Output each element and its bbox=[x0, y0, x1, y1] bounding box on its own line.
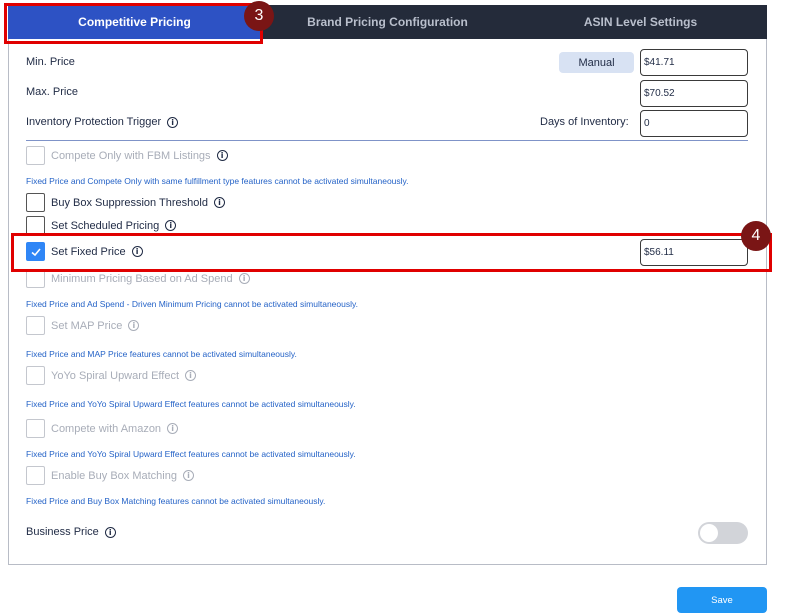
info-icon[interactable]: i bbox=[185, 370, 197, 381]
highlight-box-fixed-price bbox=[11, 233, 772, 272]
note-fbm: Fixed Price and Compete Only with same f… bbox=[26, 176, 409, 186]
info-icon[interactable]: i bbox=[104, 526, 116, 538]
save-button[interactable]: Save bbox=[677, 587, 767, 613]
tab-brand-pricing-configuration[interactable]: Brand Pricing Configuration bbox=[261, 5, 514, 39]
compete-fbm-label: Compete Only with FBM Listings bbox=[51, 149, 211, 162]
option-buy-box-matching: Enable Buy Box Matching i bbox=[26, 466, 194, 485]
option-compete-amazon: Compete with Amazon i bbox=[26, 419, 179, 438]
info-icon[interactable]: i bbox=[128, 320, 140, 331]
note-yoyo: Fixed Price and YoYo Spiral Upward Effec… bbox=[26, 399, 356, 409]
info-icon[interactable]: i bbox=[182, 470, 194, 481]
info-icon[interactable]: i bbox=[238, 273, 250, 284]
note-amazon: Fixed Price and YoYo Spiral Upward Effec… bbox=[26, 449, 356, 459]
max-price-input[interactable] bbox=[640, 80, 748, 107]
info-icon[interactable]: i bbox=[165, 220, 177, 231]
min-price-label: Min. Price bbox=[26, 56, 75, 68]
scheduled-pricing-label: Set Scheduled Pricing bbox=[51, 219, 160, 232]
business-price-label: Business Price bbox=[26, 526, 99, 538]
buy-box-matching-label: Enable Buy Box Matching bbox=[51, 469, 177, 482]
days-of-inventory-input[interactable] bbox=[640, 110, 748, 137]
business-price-toggle[interactable] bbox=[698, 522, 748, 544]
option-buy-box-suppression: Buy Box Suppression Threshold i bbox=[26, 193, 225, 212]
manual-button[interactable]: Manual bbox=[559, 52, 634, 73]
inventory-protection-trigger-label: Inventory Protection Trigger bbox=[26, 116, 162, 128]
max-price-label: Max. Price bbox=[26, 86, 78, 98]
map-price-label: Set MAP Price bbox=[51, 319, 123, 332]
option-compete-fbm: Compete Only with FBM Listings i bbox=[26, 146, 228, 165]
option-yoyo: YoYo Spiral Upward Effect i bbox=[26, 366, 197, 385]
highlight-box-tab bbox=[4, 3, 263, 44]
info-icon[interactable]: i bbox=[167, 423, 179, 434]
min-pricing-ad-spend-label: Minimum Pricing Based on Ad Spend bbox=[51, 272, 233, 285]
compete-amazon-label: Compete with Amazon bbox=[51, 422, 162, 435]
note-ad-spend: Fixed Price and Ad Spend - Driven Minimu… bbox=[26, 299, 358, 309]
yoyo-checkbox[interactable] bbox=[26, 366, 45, 385]
buy-box-suppression-label: Buy Box Suppression Threshold bbox=[51, 196, 208, 209]
yoyo-label: YoYo Spiral Upward Effect bbox=[51, 369, 180, 382]
compete-amazon-checkbox[interactable] bbox=[26, 419, 45, 438]
step-badge-3: 3 bbox=[244, 1, 274, 31]
days-of-inventory-label: Days of Inventory: bbox=[540, 116, 629, 128]
min-price-input[interactable] bbox=[640, 49, 748, 76]
buy-box-suppression-checkbox[interactable] bbox=[26, 193, 45, 212]
buy-box-matching-checkbox[interactable] bbox=[26, 466, 45, 485]
compete-fbm-checkbox[interactable] bbox=[26, 146, 45, 165]
note-buy-box: Fixed Price and Buy Box Matching feature… bbox=[26, 496, 326, 506]
business-price: Business Price i bbox=[26, 526, 116, 538]
info-icon[interactable]: i bbox=[167, 116, 179, 128]
divider bbox=[26, 140, 748, 141]
note-map: Fixed Price and MAP Price features canno… bbox=[26, 349, 297, 359]
info-icon[interactable]: i bbox=[213, 197, 225, 208]
info-icon[interactable]: i bbox=[216, 150, 228, 161]
step-badge-4: 4 bbox=[741, 221, 771, 251]
inventory-protection-trigger: Inventory Protection Trigger i bbox=[26, 116, 179, 128]
toggle-knob bbox=[700, 524, 718, 542]
tab-asin-level-settings[interactable]: ASIN Level Settings bbox=[514, 5, 767, 39]
map-price-checkbox[interactable] bbox=[26, 316, 45, 335]
option-map-price: Set MAP Price i bbox=[26, 316, 140, 335]
